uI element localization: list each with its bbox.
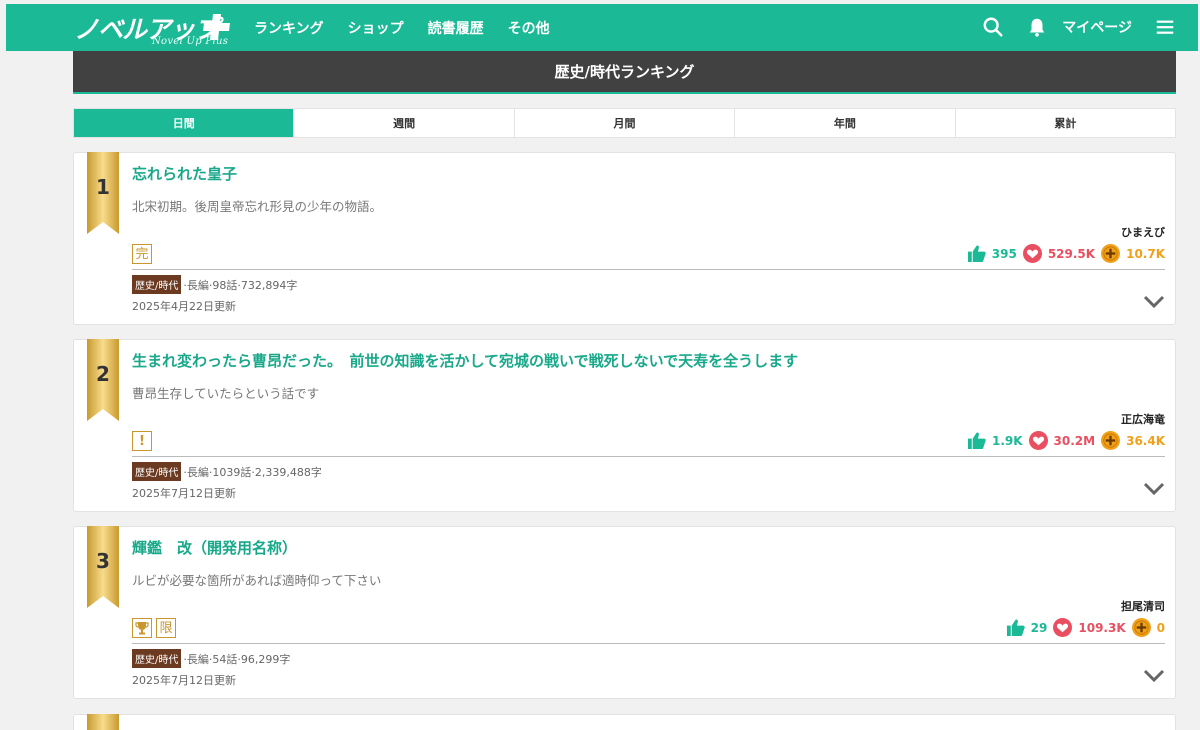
heart-count: 109.3K [1078, 620, 1126, 635]
card-divider [132, 456, 1165, 457]
novel-description: ルビが必要な箇所があれば適時仰って下さい [132, 573, 382, 588]
novel-title[interactable]: 輝鑑 改（開発用名称） [132, 537, 297, 558]
rank-number: 1 [96, 175, 110, 199]
novel-title[interactable]: 生まれ変わったら曹昂だった。 前世の知識を活かして宛城の戦いで戦死しないで天寿を… [132, 350, 798, 371]
ranking-card[interactable]: 3 輝鑑 改（開発用名称） ルビが必要な箇所があれば適時仰って下さい 担尾清司 … [73, 526, 1176, 699]
card-divider [132, 643, 1165, 644]
ranking-card-partial[interactable] [73, 714, 1176, 730]
nav-other[interactable]: その他 [508, 18, 550, 38]
thumbs-up-icon [967, 245, 986, 263]
site-logo[interactable]: ノベルアップ Novel Up Plus [74, 10, 239, 47]
novel-description: 曹昂生存していたらという話です [132, 386, 320, 401]
point-count: 10.7K [1126, 246, 1165, 261]
thumbs-up-icon [1006, 619, 1025, 637]
novel-length-info: ·長編·1039話·2,339,488字 [183, 465, 322, 479]
author-name[interactable]: ひまえび [1121, 224, 1165, 240]
hamburger-menu-icon[interactable] [1154, 16, 1176, 38]
novel-meta: 歴史/時代 ·長編·98話·732,894字 [132, 275, 297, 294]
heart-icon [1022, 244, 1042, 263]
novel-meta: 歴史/時代 ·長編·1039話·2,339,488字 [132, 462, 322, 481]
chevron-down-icon[interactable] [1143, 481, 1165, 497]
main-nav: ランキング ショップ 読書履歴 その他 [254, 18, 574, 38]
rank-number: 3 [96, 549, 110, 573]
point-count: 36.4K [1126, 433, 1165, 448]
novel-length-info: ·長編·98話·732,894字 [183, 278, 298, 292]
genre-tag[interactable]: 歴史/時代 [132, 462, 182, 481]
novel-stats: 395 529.5K 10.7K [961, 244, 1165, 263]
author-name[interactable]: 担尾清司 [1121, 598, 1165, 614]
thumbs-up-icon [967, 432, 986, 450]
updated-date: 2025年7月12日更新 [132, 674, 236, 687]
completed-badge: 完 [132, 244, 152, 264]
genre-tag[interactable]: 歴史/時代 [132, 275, 182, 294]
heart-icon [1053, 618, 1073, 637]
nav-reading-history[interactable]: 読書履歴 [428, 18, 484, 38]
genre-tag[interactable]: 歴史/時代 [132, 649, 182, 668]
logo-subtitle: Novel Up Plus [152, 36, 229, 47]
ranking-card[interactable]: 1 忘れられた皇子 北宋初期。後周皇帝忘れ形見の少年の物語。 ひまえび 完 39… [73, 152, 1176, 325]
page-title: 歴史/時代ランキング [73, 51, 1176, 94]
heart-count: 30.2M [1053, 433, 1096, 448]
trophy-glyph-icon [135, 622, 149, 635]
tab-yearly[interactable]: 年間 [735, 109, 956, 137]
novel-description: 北宋初期。後周皇帝忘れ形見の少年の物語。 [132, 199, 383, 214]
period-tabs: 日間 週間 月間 年間 累計 [73, 108, 1176, 138]
chevron-down-icon[interactable] [1143, 668, 1165, 684]
card-divider [132, 269, 1165, 270]
point-icon [1101, 431, 1121, 450]
tab-monthly[interactable]: 月間 [515, 109, 736, 137]
ranking-card[interactable]: 2 生まれ変わったら曹昂だった。 前世の知識を活かして宛城の戦いで戦死しないで天… [73, 339, 1176, 512]
nav-ranking[interactable]: ランキング [254, 18, 324, 38]
limited-badge: 限 [156, 618, 176, 638]
trophy-icon [132, 618, 152, 638]
nav-shop[interactable]: ショップ [348, 18, 404, 38]
bell-icon[interactable] [1026, 16, 1048, 38]
heart-count: 529.5K [1047, 246, 1096, 261]
like-count: 29 [1030, 620, 1048, 635]
point-count: 0 [1156, 620, 1165, 635]
tab-daily[interactable]: 日間 [74, 109, 295, 137]
search-icon[interactable] [982, 16, 1004, 38]
novel-stats: 1.9K 30.2M 36.4K [961, 431, 1165, 450]
rank-ribbon-icon [87, 714, 119, 730]
rank-number: 2 [96, 362, 110, 386]
heart-icon [1028, 431, 1048, 450]
novel-badges: 完 [132, 244, 156, 264]
updated-date: 2025年7月12日更新 [132, 487, 236, 500]
novel-meta: 歴史/時代 ·長編·54話·96,299字 [132, 649, 290, 668]
author-name[interactable]: 正広海竜 [1121, 411, 1165, 427]
tab-weekly[interactable]: 週間 [294, 109, 515, 137]
alert-badge: ! [132, 431, 152, 451]
novel-badges: ! [132, 431, 156, 451]
updated-date: 2025年4月22日更新 [132, 300, 236, 313]
like-count: 395 [991, 246, 1017, 261]
top-navigation-bar: ノベルアップ Novel Up Plus ランキング ショップ 読書履歴 その他… [6, 4, 1198, 51]
novel-badges: 限 [132, 618, 180, 638]
mypage-link[interactable]: マイページ [1062, 17, 1132, 37]
header-actions: マイページ [960, 16, 1176, 38]
tab-cumulative[interactable]: 累計 [956, 109, 1175, 137]
chevron-down-icon[interactable] [1143, 294, 1165, 310]
point-icon [1101, 244, 1121, 263]
novel-length-info: ·長編·54話·96,299字 [183, 652, 291, 666]
like-count: 1.9K [991, 433, 1023, 448]
point-icon [1131, 618, 1151, 637]
novel-title[interactable]: 忘れられた皇子 [132, 163, 237, 184]
novel-stats: 29 109.3K 0 [1000, 618, 1165, 637]
